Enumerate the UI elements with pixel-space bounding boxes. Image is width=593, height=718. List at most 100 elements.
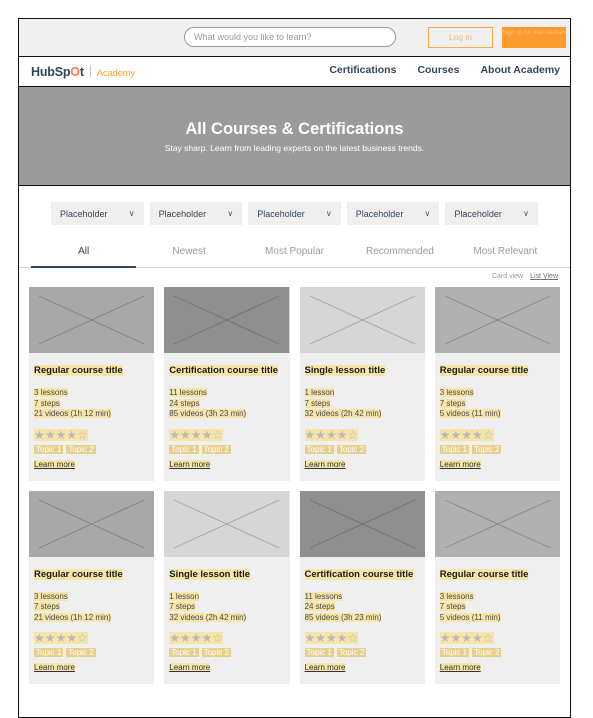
course-lessons: 3 lessons xyxy=(34,591,68,601)
course-topics: Topic 1 Topic 2 xyxy=(439,648,555,657)
course-thumbnail xyxy=(434,490,560,557)
course-steps: 7 steps xyxy=(34,398,60,408)
course-card-body: Regular course title 3 lessons 7 steps 5… xyxy=(435,353,560,481)
filter-dropdown-5[interactable]: Placeholder ∨ xyxy=(445,202,538,225)
course-topics: Topic 1 Topic 2 xyxy=(439,444,555,454)
course-topics: Topic 1 Topic 2 xyxy=(169,444,284,454)
course-card[interactable]: Regular course title 3 lessons 7 steps 2… xyxy=(29,287,155,481)
course-steps: 7 steps xyxy=(304,398,331,408)
course-thumbnail xyxy=(29,287,155,353)
star-rating-icon: ★★★★☆ xyxy=(34,427,88,442)
topic-tag[interactable]: Topic 2 xyxy=(472,648,502,657)
logo-text-part2: O xyxy=(70,65,80,79)
topic-tag[interactable]: Topic 2 xyxy=(336,648,367,657)
chevron-down-icon: ∨ xyxy=(128,209,135,218)
topic-tag[interactable]: Topic 1 xyxy=(304,648,334,657)
chevron-down-icon: ∨ xyxy=(523,209,529,218)
course-lessons: 1 lesson xyxy=(304,388,335,397)
topic-tag[interactable]: Topic 1 xyxy=(439,648,470,657)
course-card[interactable]: Regular course title 3 lessons 7 steps 5… xyxy=(434,490,560,685)
learn-more-link[interactable]: Learn more xyxy=(439,663,481,672)
course-videos: 21 videos (1h 12 min) xyxy=(34,409,111,418)
course-title: Regular course title xyxy=(439,365,529,376)
topic-tag[interactable]: Topic 1 xyxy=(304,444,334,454)
tab-all[interactable]: All xyxy=(31,240,137,268)
topic-tag[interactable]: Topic 2 xyxy=(66,648,96,657)
course-card[interactable]: Certification course title 11 lessons 24… xyxy=(299,490,425,684)
signup-button[interactable]: Sign up for free courses xyxy=(502,27,566,48)
course-steps: 7 steps xyxy=(439,398,466,408)
tab-most-relevant[interactable]: Most Relevant xyxy=(453,240,558,268)
page-root: Log in Sign up for free courses HubSpOt … xyxy=(18,18,571,718)
learn-more-link[interactable]: Learn more xyxy=(34,663,75,672)
course-card[interactable]: Single lesson title 1 lesson 7 steps 32 … xyxy=(164,490,290,685)
logo-academy-label: Academy xyxy=(96,68,135,79)
login-button[interactable]: Log in xyxy=(428,27,493,48)
learn-more-link[interactable]: Learn more xyxy=(304,663,346,672)
course-thumbnail xyxy=(434,287,560,353)
course-lessons: 3 lessons xyxy=(439,591,474,601)
page-title: All Courses & Certifications xyxy=(185,119,404,138)
course-card-body: Regular course title 3 lessons 7 steps 5… xyxy=(435,557,560,685)
course-card[interactable]: Regular course title 3 lessons 7 steps 2… xyxy=(29,490,155,685)
star-rating-icon: ★★★★☆ xyxy=(304,631,359,645)
course-videos: 5 videos (11 min) xyxy=(439,409,501,418)
star-rating-icon: ★★★★☆ xyxy=(439,631,494,645)
learn-more-link[interactable]: Learn more xyxy=(439,459,481,469)
course-card-body: Single lesson title 1 lesson 7 steps 32 … xyxy=(164,557,289,685)
main-navigation: HubSp Ot Academy Certifications Courses A… xyxy=(19,57,570,87)
tab-newest[interactable]: Newest xyxy=(136,240,241,268)
tab-recommended[interactable]: Recommended xyxy=(347,240,452,268)
filter-dropdown-4-label: Placeholder xyxy=(355,208,404,219)
course-thumbnail xyxy=(299,287,425,353)
filter-dropdown-2-label: Placeholder xyxy=(158,208,207,219)
topic-tag[interactable]: Topic 2 xyxy=(472,444,502,454)
tab-most-popular[interactable]: Most Popular xyxy=(242,240,347,268)
learn-more-link[interactable]: Learn more xyxy=(169,663,211,672)
course-title: Single lesson title xyxy=(304,365,386,376)
topic-tag[interactable]: Topic 1 xyxy=(34,648,64,657)
topic-tag[interactable]: Topic 1 xyxy=(169,444,199,454)
topic-tag[interactable]: Topic 1 xyxy=(169,648,199,657)
learn-more-link[interactable]: Learn more xyxy=(169,459,211,469)
nav-link-courses[interactable]: Courses xyxy=(417,64,459,76)
nav-link-about-academy[interactable]: About Academy xyxy=(480,64,560,76)
filter-dropdown-2[interactable]: Placeholder ∨ xyxy=(149,202,243,225)
course-card-body: Single lesson title 1 lesson 7 steps 32 … xyxy=(300,353,425,481)
topic-tag[interactable]: Topic 1 xyxy=(34,444,64,454)
card-view-toggle[interactable]: Card view xyxy=(492,273,523,280)
filter-dropdown-3[interactable]: Placeholder ∨ xyxy=(248,202,341,225)
course-card[interactable]: Certification course title 11 lessons 24… xyxy=(164,287,290,481)
view-switch: Card view List View xyxy=(19,268,570,284)
filter-dropdown-1[interactable]: Placeholder ∨ xyxy=(51,202,144,225)
search-input[interactable] xyxy=(184,27,396,47)
topic-tag[interactable]: Topic 2 xyxy=(336,444,367,454)
utility-bar: Log in Sign up for free courses xyxy=(19,19,570,57)
course-videos: 21 videos (1h 12 min) xyxy=(34,612,111,622)
chevron-down-icon: ∨ xyxy=(227,209,234,218)
topic-tag[interactable]: Topic 1 xyxy=(439,444,470,454)
course-title: Regular course title xyxy=(439,568,529,580)
learn-more-link[interactable]: Learn more xyxy=(34,459,75,469)
course-card[interactable]: Regular course title 3 lessons 7 steps 5… xyxy=(434,287,560,481)
topic-tag[interactable]: Topic 2 xyxy=(66,444,96,454)
course-meta: 1 lesson 7 steps 32 videos (2h 42 min) xyxy=(304,388,420,420)
topic-tag[interactable]: Topic 2 xyxy=(201,648,231,657)
course-steps: 7 steps xyxy=(439,602,466,611)
star-rating-icon: ★★★★☆ xyxy=(169,631,224,645)
logo-text-part1: HubSp xyxy=(31,65,71,79)
course-meta: 3 lessons 7 steps 5 videos (11 min) xyxy=(439,388,555,420)
nav-link-certifications[interactable]: Certifications xyxy=(329,64,396,76)
course-card-body: Regular course title 3 lessons 7 steps 2… xyxy=(29,353,154,481)
course-card[interactable]: Single lesson title 1 lesson 7 steps 32 … xyxy=(299,287,425,481)
hubspot-academy-logo[interactable]: HubSp Ot Academy xyxy=(31,64,135,79)
learn-more-link[interactable]: Learn more xyxy=(304,459,346,469)
logo-divider xyxy=(89,65,91,77)
topic-tag[interactable]: Topic 2 xyxy=(201,444,231,454)
filter-dropdown-5-label: Placeholder xyxy=(454,208,502,219)
course-title: Single lesson title xyxy=(169,568,251,580)
course-meta: 11 lessons 24 steps 85 videos (3h 23 min… xyxy=(304,591,420,624)
filter-dropdown-4[interactable]: Placeholder ∨ xyxy=(346,202,440,225)
list-view-toggle[interactable]: List View xyxy=(530,273,558,280)
course-card-body: Regular course title 3 lessons 7 steps 2… xyxy=(29,557,154,685)
